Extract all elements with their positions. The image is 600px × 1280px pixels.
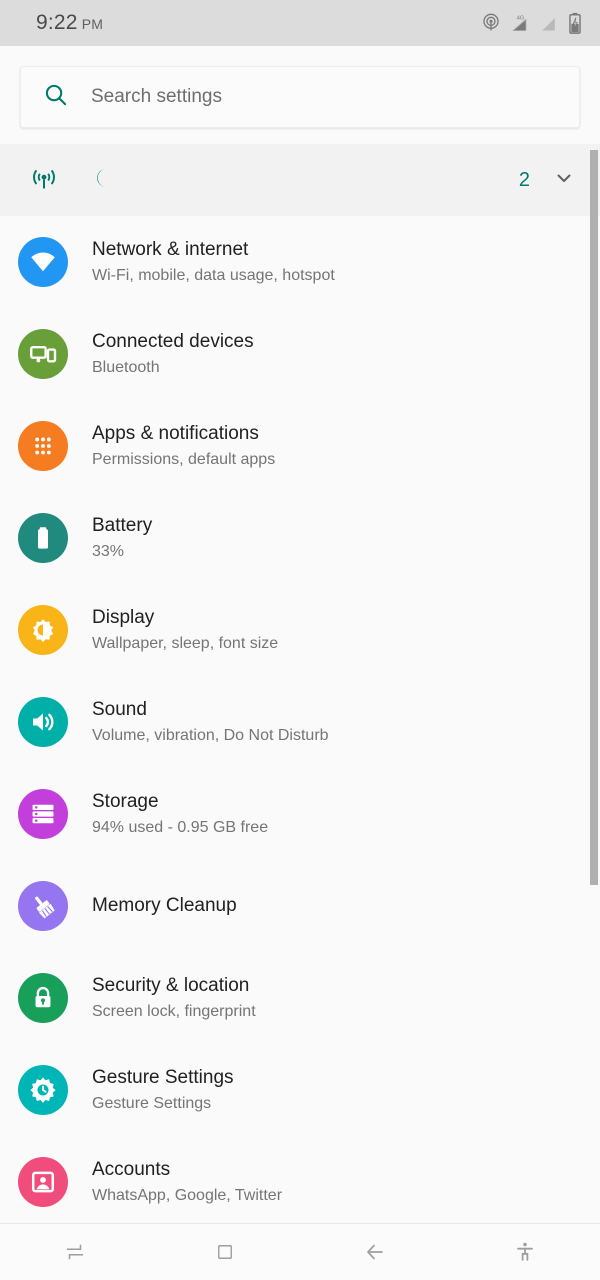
settings-row-title: Security & location: [92, 975, 250, 996]
settings-row-security-location[interactable]: Security & location Screen lock, fingerp…: [0, 952, 600, 1044]
storage-icon: [18, 789, 68, 839]
settings-row-text: Gesture Settings Gesture Settings: [92, 1066, 234, 1114]
status-bar: 9:22 PM 4G: [0, 0, 600, 46]
settings-row-text: Connected devices Bluetooth: [92, 330, 254, 378]
volume-icon: [18, 697, 68, 747]
night-mode-icon[interactable]: [86, 166, 110, 195]
battery-charging-icon: [568, 12, 582, 34]
settings-row-title: Display: [92, 607, 155, 628]
search-icon: [43, 82, 69, 113]
settings-row-text: Security & location Screen lock, fingerp…: [92, 974, 256, 1022]
switch-apps-button[interactable]: [0, 1224, 150, 1280]
settings-row-memory-cleanup[interactable]: Memory Cleanup: [0, 860, 600, 952]
settings-row-title: Memory Cleanup: [92, 895, 237, 916]
connected-devices-icon: [18, 329, 68, 379]
settings-row-text: Accounts WhatsApp, Google, Twitter: [92, 1158, 282, 1206]
settings-row-text: Apps & notifications Permissions, defaul…: [92, 422, 275, 470]
settings-row-subtitle: Volume, vibration, Do Not Disturb: [92, 727, 329, 744]
broom-icon: [18, 881, 68, 931]
navigation-bar: [0, 1223, 600, 1280]
settings-row-title: Sound: [92, 699, 147, 720]
settings-row-subtitle: Screen lock, fingerprint: [92, 1003, 256, 1020]
settings-row-connected-devices[interactable]: Connected devices Bluetooth: [0, 308, 600, 400]
account-icon: [18, 1157, 68, 1207]
settings-row-text: Sound Volume, vibration, Do Not Disturb: [92, 698, 329, 746]
settings-row-sound[interactable]: Sound Volume, vibration, Do Not Disturb: [0, 676, 600, 768]
settings-row-gesture-settings[interactable]: Gesture Settings Gesture Settings: [0, 1044, 600, 1136]
wifi-icon: [18, 237, 68, 287]
lock-icon: [18, 973, 68, 1023]
settings-row-battery[interactable]: Battery 33%: [0, 492, 600, 584]
settings-row-text: Storage 94% used - 0.95 GB free: [92, 790, 268, 838]
settings-row-title: Accounts: [92, 1159, 171, 1180]
settings-row-text: Battery 33%: [92, 514, 152, 562]
status-clock: 9:22 PM: [36, 11, 103, 35]
settings-row-title: Battery: [92, 515, 153, 536]
settings-list: Network & internet Wi-Fi, mobile, data u…: [0, 216, 600, 1228]
search-bar-container: Search settings: [0, 46, 600, 144]
settings-row-subtitle: Bluetooth: [92, 359, 160, 376]
settings-row-subtitle: WhatsApp, Google, Twitter: [92, 1187, 283, 1204]
settings-row-text: Memory Cleanup: [92, 894, 237, 918]
settings-row-network-internet[interactable]: Network & internet Wi-Fi, mobile, data u…: [0, 216, 600, 308]
settings-row-subtitle: 94% used - 0.95 GB free: [92, 819, 269, 836]
gear-icon: [18, 1065, 68, 1115]
settings-row-subtitle: 33%: [92, 543, 125, 560]
settings-row-subtitle: Wi-Fi, mobile, data usage, hotspot: [92, 267, 335, 284]
settings-row-apps-notifications[interactable]: Apps & notifications Permissions, defaul…: [0, 400, 600, 492]
settings-row-title: Connected devices: [92, 331, 254, 352]
signal-4g-icon: 4G: [510, 13, 530, 33]
hotspot-suggestion-icon[interactable]: [30, 164, 58, 197]
back-button[interactable]: [300, 1224, 450, 1280]
status-icons: 4G: [481, 12, 582, 34]
settings-row-accounts[interactable]: Accounts WhatsApp, Google, Twitter: [0, 1136, 600, 1228]
clock-time: 9:22: [36, 11, 78, 34]
svg-text:4G: 4G: [517, 16, 525, 22]
suggestion-icons: [30, 164, 110, 197]
search-input[interactable]: Search settings: [20, 66, 580, 128]
accessibility-button[interactable]: [450, 1224, 600, 1280]
settings-row-subtitle: Gesture Settings: [92, 1095, 212, 1112]
suggestion-right: 2: [519, 166, 576, 195]
battery-icon: [18, 513, 68, 563]
settings-row-title: Storage: [92, 791, 159, 812]
chevron-down-icon[interactable]: [552, 166, 576, 195]
settings-row-title: Network & internet: [92, 239, 249, 260]
settings-row-subtitle: Permissions, default apps: [92, 451, 276, 468]
settings-row-title: Apps & notifications: [92, 423, 259, 444]
settings-row-title: Gesture Settings: [92, 1067, 234, 1088]
settings-row-text: Network & internet Wi-Fi, mobile, data u…: [92, 238, 335, 286]
vertical-scrollbar[interactable]: [590, 150, 598, 885]
settings-row-storage[interactable]: Storage 94% used - 0.95 GB free: [0, 768, 600, 860]
settings-row-text: Display Wallpaper, sleep, font size: [92, 606, 278, 654]
settings-row-display[interactable]: Display Wallpaper, sleep, font size: [0, 584, 600, 676]
apps-grid-icon: [18, 421, 68, 471]
brightness-icon: [18, 605, 68, 655]
suggestion-count: 2: [518, 168, 530, 191]
search-placeholder: Search settings: [91, 86, 222, 107]
settings-row-subtitle: Wallpaper, sleep, font size: [92, 635, 279, 652]
suggestion-row: 2: [0, 144, 600, 216]
clock-ampm: PM: [81, 16, 104, 32]
home-button[interactable]: [150, 1224, 300, 1280]
signal-icon: [539, 13, 559, 33]
hotspot-icon: [481, 13, 501, 33]
